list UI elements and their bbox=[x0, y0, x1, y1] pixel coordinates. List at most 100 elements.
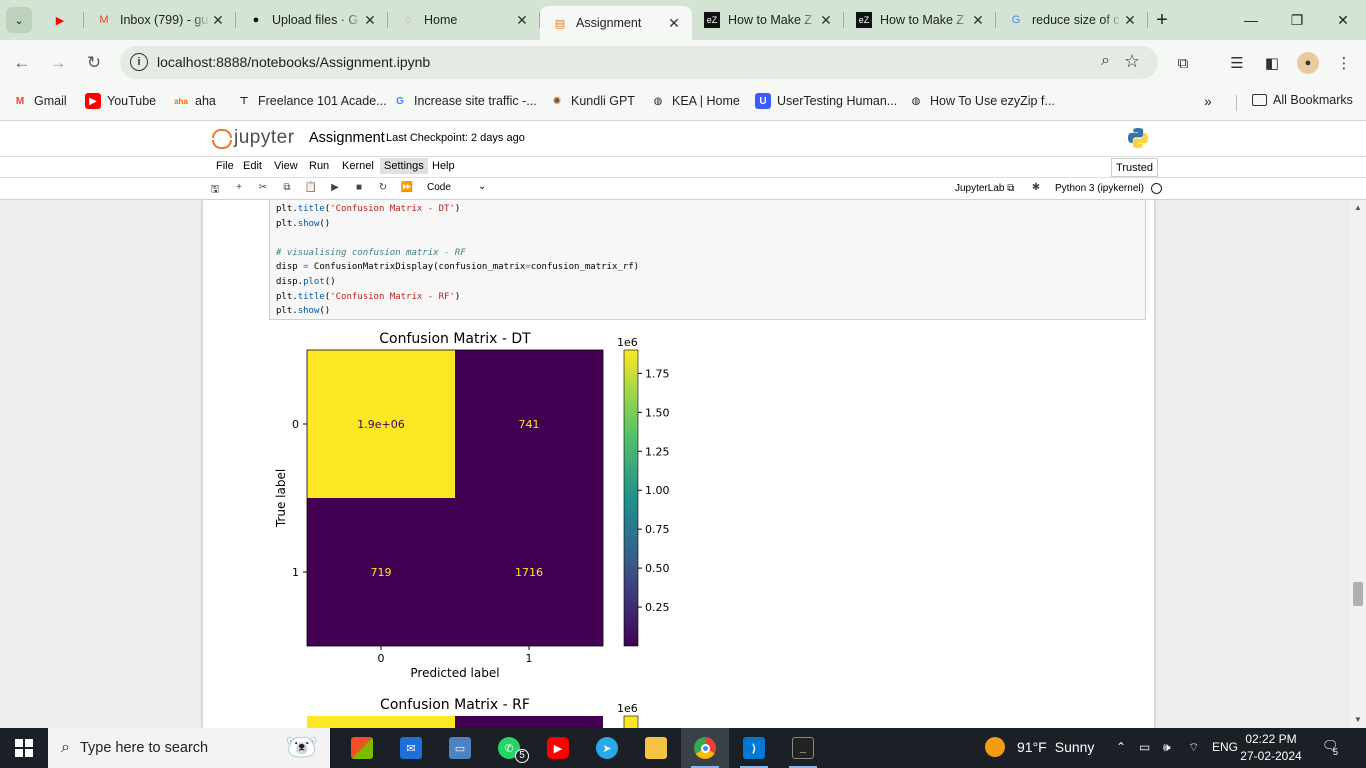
menu-kernel[interactable]: Kernel bbox=[338, 160, 378, 172]
debugger-icon[interactable]: ✱ bbox=[1029, 182, 1043, 193]
bookmark-item[interactable]: ⊤ Freelance 101 Acade... bbox=[236, 93, 386, 109]
close-tab-icon[interactable]: ✕ bbox=[1122, 12, 1138, 29]
media-control-icon[interactable]: ☰ bbox=[1226, 52, 1248, 74]
whatsapp-app[interactable]: ✆ 5 bbox=[485, 728, 533, 768]
extensions-icon[interactable]: ⧉ bbox=[1172, 52, 1194, 74]
system-clock[interactable]: 02:22 PM 27-02-2024 bbox=[1240, 731, 1302, 765]
bookmarks-overflow-button[interactable]: » bbox=[1204, 93, 1212, 109]
restore-button[interactable]: ❐ bbox=[1274, 0, 1320, 40]
battery-icon[interactable]: ▭ bbox=[1139, 740, 1150, 754]
run-icon[interactable]: ▶ bbox=[328, 182, 342, 193]
close-tab-icon[interactable]: ✕ bbox=[210, 12, 226, 29]
browser-tab[interactable]: ◌ Home ✕ bbox=[388, 0, 540, 40]
y-tick-label: 1 bbox=[292, 566, 299, 579]
paste-icon[interactable]: 📋 bbox=[304, 182, 318, 193]
scroll-down-arrow-icon[interactable]: ▼ bbox=[1354, 715, 1362, 724]
browser-tab[interactable]: ● Upload files · G ✕ bbox=[236, 0, 388, 40]
youtube-icon: ▶ bbox=[55, 14, 65, 27]
bookmark-item[interactable]: M Gmail bbox=[12, 93, 67, 109]
menu-edit[interactable]: Edit bbox=[239, 160, 266, 172]
close-tab-icon[interactable]: ✕ bbox=[362, 12, 378, 29]
zoom-icon[interactable]: ⌕ bbox=[1101, 52, 1110, 70]
bookmark-item[interactable]: ◍ How To Use ezyZip f... bbox=[908, 93, 1055, 109]
browser-tab[interactable]: M Inbox (799) - gu ✕ bbox=[84, 0, 236, 40]
notebook-title[interactable]: Assignment bbox=[309, 130, 385, 146]
speaker-icon[interactable]: 🕪 bbox=[1163, 740, 1171, 755]
all-bookmarks-button[interactable]: All Bookmarks bbox=[1252, 93, 1353, 107]
close-tab-icon[interactable]: ✕ bbox=[666, 15, 682, 32]
back-button[interactable]: ← bbox=[9, 50, 35, 76]
cell-type-select[interactable]: Code bbox=[427, 182, 451, 193]
kernel-name[interactable]: Python 3 (ipykernel) bbox=[1055, 183, 1144, 194]
terminal-app[interactable]: _ bbox=[779, 728, 827, 768]
bookmark-item[interactable]: aha aha bbox=[173, 93, 216, 109]
bookmark-item[interactable]: G Increase site traffic -... bbox=[392, 93, 537, 109]
reload-button[interactable]: ↻ bbox=[81, 50, 107, 76]
trusted-indicator[interactable]: Trusted bbox=[1111, 158, 1158, 177]
cut-icon[interactable]: ✂ bbox=[256, 182, 270, 193]
browser-tab[interactable]: ▶ bbox=[40, 0, 84, 40]
browser-tab[interactable]: ▤ Assignment ✕ bbox=[540, 6, 692, 40]
stop-icon[interactable]: ■ bbox=[352, 182, 366, 193]
scroll-up-arrow-icon[interactable]: ▲ bbox=[1354, 203, 1362, 212]
jupyter-logo-text: jupyter bbox=[234, 127, 295, 148]
x-axis-label: Predicted label bbox=[410, 666, 499, 680]
jupyter-logo[interactable]: jupyter bbox=[212, 127, 295, 149]
close-tab-icon[interactable]: ✕ bbox=[514, 12, 530, 29]
mail-app[interactable]: ✉ bbox=[387, 728, 435, 768]
chevron-down-icon[interactable]: ⌄ bbox=[478, 181, 486, 192]
browser-tab[interactable]: eZ How to Make Z ✕ bbox=[844, 0, 996, 40]
jupyterlab-link[interactable]: JupyterLab ⧉ bbox=[955, 183, 1014, 194]
menu-file[interactable]: File bbox=[212, 160, 238, 172]
copy-icon[interactable]: ⧉ bbox=[280, 182, 294, 193]
file-app[interactable]: ▭ bbox=[436, 728, 484, 768]
url-text[interactable]: localhost:8888/notebooks/Assignment.ipyn… bbox=[157, 54, 430, 70]
close-tab-icon[interactable]: ✕ bbox=[818, 12, 834, 29]
address-bar[interactable]: i localhost:8888/notebooks/Assignment.ip… bbox=[120, 46, 1158, 79]
menu-run[interactable]: Run bbox=[305, 160, 333, 172]
vscode-app[interactable]: ⟩ bbox=[730, 728, 778, 768]
close-tab-icon[interactable]: ✕ bbox=[970, 12, 986, 29]
weather-widget[interactable]: 91°F Sunny bbox=[985, 737, 1094, 757]
menu-settings[interactable]: Settings bbox=[380, 158, 428, 174]
taskbar-search[interactable]: ⌕ Type here to search 🐻‍❄️ bbox=[48, 728, 330, 768]
youtube-app[interactable]: ▶ bbox=[534, 728, 582, 768]
tab-title: Assignment bbox=[576, 16, 642, 30]
aha-icon: aha bbox=[174, 96, 188, 106]
browser-tab[interactable]: Greduce size of c ✕ bbox=[996, 0, 1148, 40]
notification-center-icon[interactable]: 🗨 5 bbox=[1322, 738, 1344, 758]
bookmark-item[interactable]: ▶ YouTube bbox=[85, 93, 156, 109]
chrome-app[interactable] bbox=[681, 728, 729, 768]
restart-run-all-icon[interactable]: ⏩ bbox=[400, 182, 414, 193]
language-indicator[interactable]: ENG bbox=[1212, 740, 1238, 754]
file-explorer-app[interactable] bbox=[632, 728, 680, 768]
close-window-button[interactable]: ✕ bbox=[1320, 0, 1366, 40]
minimize-button[interactable]: — bbox=[1228, 0, 1274, 40]
start-button[interactable] bbox=[0, 728, 48, 768]
microsoft-store-app[interactable] bbox=[338, 728, 386, 768]
browser-tab[interactable]: eZ How to Make Z ✕ bbox=[692, 0, 844, 40]
bookmark-item[interactable]: U UserTesting Human... bbox=[755, 93, 897, 109]
side-panel-icon[interactable]: ◧ bbox=[1261, 52, 1283, 74]
network-icon[interactable]: ⌔ bbox=[1188, 740, 1199, 755]
telegram-app[interactable]: ➤ bbox=[583, 728, 631, 768]
save-icon[interactable]: 🖫 bbox=[208, 182, 222, 199]
show-hidden-icons-icon[interactable]: ⌃ bbox=[1116, 740, 1126, 754]
new-tab-button[interactable]: + bbox=[1148, 0, 1176, 40]
bookmark-item[interactable]: ◍ KEA | Home bbox=[650, 93, 740, 109]
x-tick-label: 1 bbox=[526, 652, 533, 665]
insert-cell-icon[interactable]: + bbox=[232, 182, 246, 193]
profile-avatar[interactable]: ● bbox=[1297, 52, 1319, 74]
scroll-thumb[interactable] bbox=[1353, 582, 1363, 606]
menu-help[interactable]: Help bbox=[428, 160, 459, 172]
bookmark-item[interactable]: ✺ Kundli GPT bbox=[549, 93, 635, 109]
restart-icon[interactable]: ↻ bbox=[376, 182, 390, 193]
site-info-icon[interactable]: i bbox=[130, 53, 148, 71]
more-menu-icon[interactable]: ⋮ bbox=[1333, 52, 1355, 74]
page-scrollbar[interactable]: ▲ ▼ bbox=[1350, 200, 1366, 728]
bookmark-star-icon[interactable]: ☆ bbox=[1124, 51, 1140, 72]
tab-search-button[interactable]: ⌄ bbox=[6, 7, 32, 33]
ez-icon: eZ bbox=[856, 12, 872, 28]
forward-button[interactable]: → bbox=[45, 50, 71, 76]
menu-view[interactable]: View bbox=[270, 160, 302, 172]
